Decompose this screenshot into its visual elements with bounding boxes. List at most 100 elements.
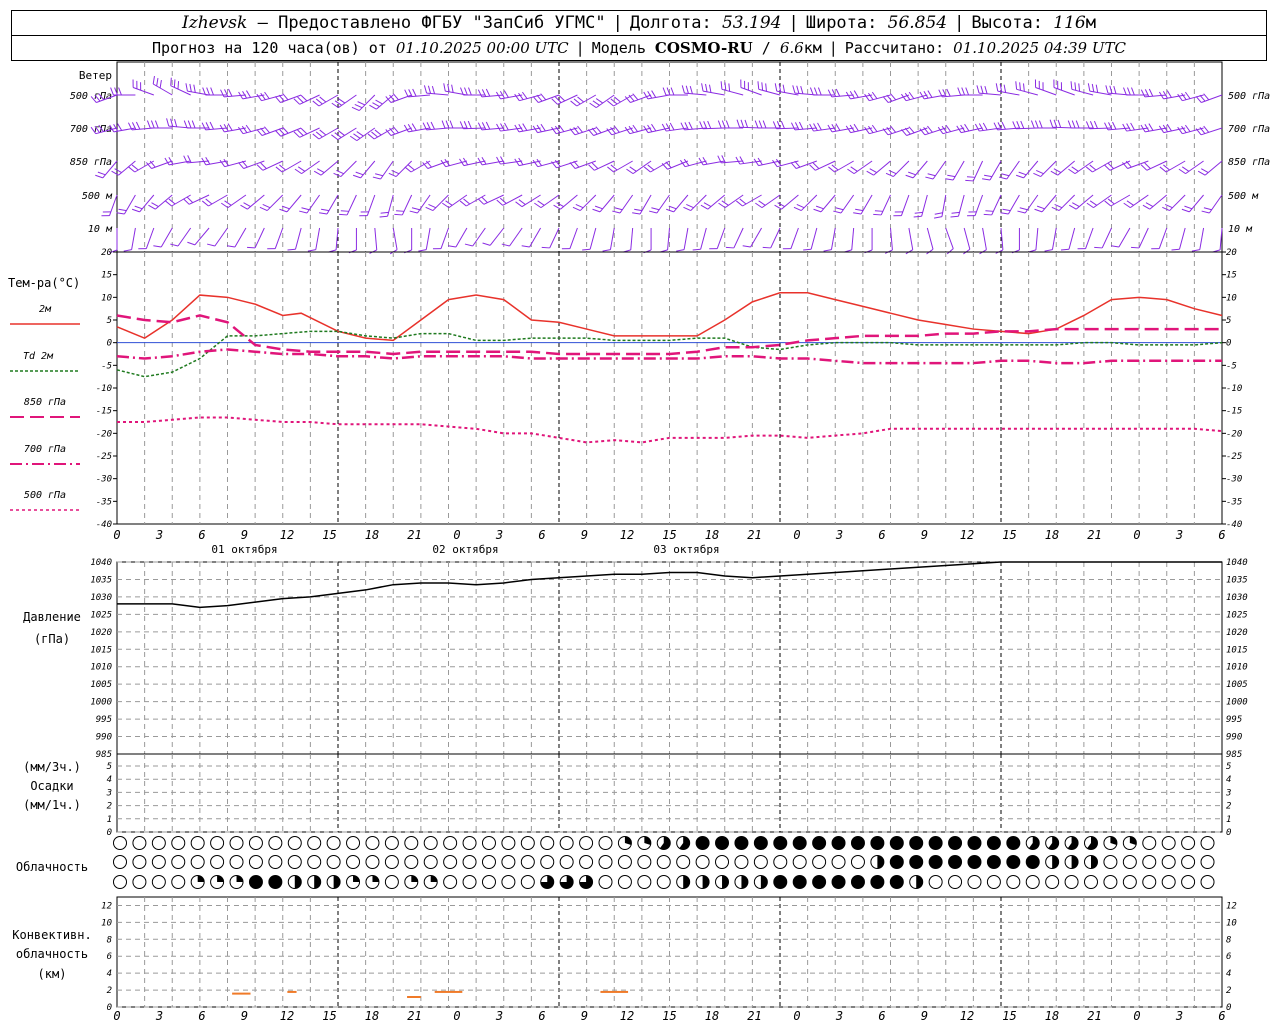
wind-barb-feather <box>312 100 320 107</box>
wind-barb <box>912 160 928 179</box>
wind-barb-feather <box>264 91 270 99</box>
wind-barb-feather <box>307 249 316 252</box>
wind-barb <box>320 160 339 176</box>
wind-barb-feather <box>1110 245 1119 248</box>
wind-barb <box>576 94 597 107</box>
wind-barb <box>266 194 284 211</box>
cloud-fill <box>909 836 923 850</box>
wind-barb-feather <box>1094 246 1103 249</box>
wind-barb-feather <box>477 89 483 98</box>
wind-barb-feather <box>1000 212 1009 215</box>
wind-barb-feather <box>717 120 722 129</box>
precip-title: Осадки <box>30 779 73 793</box>
wind-barb <box>315 227 321 250</box>
wind-barb <box>294 227 302 250</box>
wind-barb-feather <box>1181 125 1187 133</box>
pressure-tick-label-right: 1020 <box>1226 628 1248 638</box>
cloud-fill <box>890 836 904 850</box>
x-tick-label-bottom: 15 <box>322 1009 336 1023</box>
cloud-symbol <box>520 855 535 869</box>
wind-barb <box>374 227 378 250</box>
cloud-symbol <box>365 836 380 850</box>
wind-barb-feather <box>651 90 657 98</box>
wind-barb <box>926 227 934 250</box>
wind-barb-feather <box>736 119 741 128</box>
wind-barb-feather <box>449 120 454 129</box>
wind-barb-feather <box>762 246 771 249</box>
wind-barb-feather <box>134 205 143 210</box>
x-tick-label: 0 <box>453 528 460 542</box>
cloud-symbol <box>773 855 788 869</box>
wind-barb-feather <box>582 248 591 251</box>
wind-barb-feather <box>984 174 993 178</box>
x-tick-label-bottom: 3 <box>155 1009 163 1023</box>
pressure-tick-label: 995 <box>96 715 112 725</box>
wind-barb-feather <box>853 90 859 98</box>
wind-barb-feather <box>282 93 289 101</box>
wind-barb-feather <box>114 168 122 174</box>
wind-barb <box>908 227 914 250</box>
wind-barb-feather <box>404 89 409 98</box>
wind-barb-feather <box>1131 246 1140 249</box>
cloud-symbol <box>637 855 652 869</box>
cloud-symbol <box>307 836 322 850</box>
cloud-symbol <box>365 855 380 869</box>
wind-barb-feather <box>116 212 125 215</box>
wind-barb <box>716 227 726 249</box>
wind-barb-feather <box>868 92 874 100</box>
temp-series-line <box>117 416 1223 444</box>
wind-barb-feather <box>853 212 862 215</box>
wind-barb-feather <box>702 156 708 165</box>
wind-barb-feather <box>128 166 136 173</box>
wind-barb-feather <box>888 169 897 175</box>
cloud-fill <box>948 836 962 850</box>
wind-barb-feather <box>647 90 653 99</box>
wind-barb-feather <box>950 215 959 218</box>
wind-barb <box>733 227 744 249</box>
x-tick-label: 21 <box>407 528 421 542</box>
precip-tick-label-right: 5 <box>1226 762 1231 772</box>
cloud-symbol <box>1122 875 1137 889</box>
wind-barb-feather <box>337 130 345 136</box>
cloud-fill-partial <box>197 875 205 882</box>
wind-barb-feather <box>275 166 283 173</box>
cloud-fill <box>734 836 748 850</box>
x-tick-label-bottom: 21 <box>1087 1009 1101 1023</box>
cloud-symbol <box>734 855 749 869</box>
cloud-fill <box>967 855 981 869</box>
wind-barb-feather <box>1057 119 1062 128</box>
wind-barb-feather <box>372 176 381 180</box>
wind-barb <box>483 194 504 205</box>
pressure-tick-label-right: 985 <box>1226 750 1242 760</box>
wind-barb-feather <box>312 133 320 140</box>
convective-title-3: (км) <box>38 967 67 981</box>
wind-barb-feather <box>396 210 405 212</box>
wind-barb-feather <box>744 119 749 128</box>
x-tick-label-bottom: 0 <box>113 1009 120 1023</box>
wind-barb-feather <box>683 206 691 212</box>
wind-barb-feather <box>866 170 874 176</box>
wind-barb <box>609 227 615 250</box>
wind-barb <box>1130 194 1149 209</box>
wind-barb-feather <box>701 83 704 92</box>
wind-barb <box>340 160 357 177</box>
wind-barb <box>869 127 891 135</box>
wind-barb-feather <box>339 213 348 216</box>
wind-barb-feather <box>1177 126 1183 134</box>
wind-barb-feather <box>1105 85 1109 94</box>
wind-barb <box>214 227 228 247</box>
wind-barb-feather <box>685 85 689 94</box>
temp-legend-label: 850 гПа <box>24 397 66 408</box>
wind-barb-feather <box>300 127 308 135</box>
cloud-fill <box>967 836 981 850</box>
wind-barb-feather <box>274 96 281 103</box>
wind-barb-feather <box>686 203 694 209</box>
pressure-tick-label-right: 1035 <box>1226 575 1248 585</box>
cloud-symbol <box>559 836 574 850</box>
wind-barb-feather <box>558 94 566 102</box>
wind-barb-feather <box>774 204 782 210</box>
x-tick-label-bottom: 12 <box>280 1009 294 1023</box>
wind-barb-feather <box>572 206 581 212</box>
wind-barb-feather <box>423 85 428 94</box>
cloud-symbol <box>540 855 555 869</box>
